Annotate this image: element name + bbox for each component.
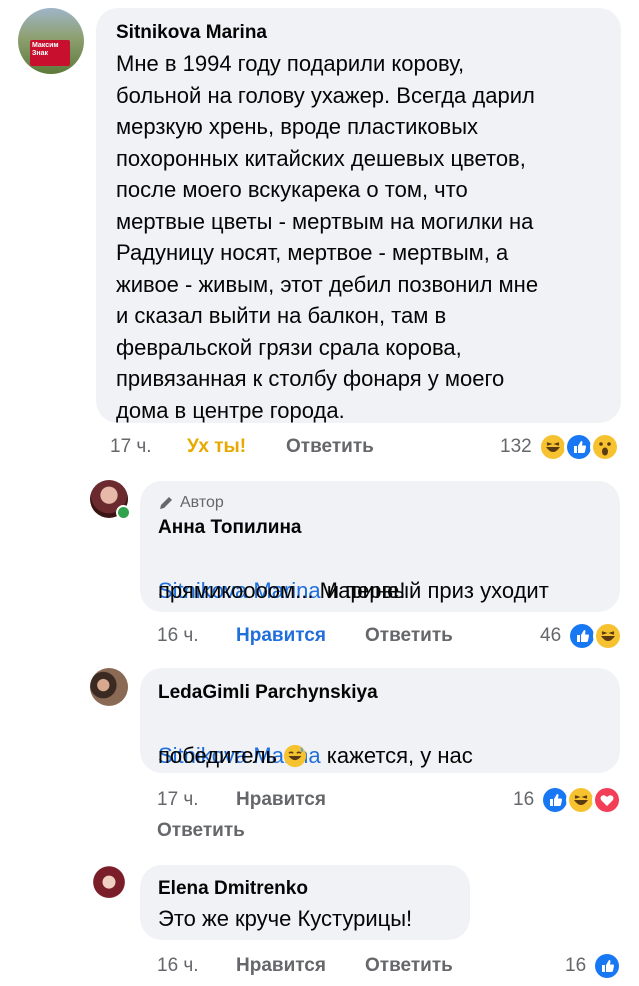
avatar-caption: Максим Знак [32, 42, 59, 57]
reply-button[interactable]: Ответить [157, 820, 245, 842]
author-badge-label: Автор [180, 494, 224, 511]
author-badge: Автор [158, 494, 224, 512]
comment-time[interactable]: 16 ч. [157, 625, 199, 647]
haha-icon [593, 621, 624, 651]
comment-text-part: победитель [158, 743, 278, 768]
comment-text-line: победитель [158, 740, 613, 772]
reaction-count: 46 [540, 625, 562, 646]
comment-author[interactable]: LedaGimli Parchynskiya [158, 682, 378, 704]
comment-author[interactable]: Elena Dmitrenko [158, 878, 308, 900]
like-button[interactable]: Нравится [236, 625, 326, 647]
comment-text: Мне в 1994 году подарили корову, больной… [116, 51, 539, 423]
like-button[interactable]: Нравится [236, 955, 326, 977]
reaction-count: 132 [500, 436, 532, 457]
reaction-summary[interactable]: 16 [513, 785, 623, 815]
comment-time[interactable]: 17 ч. [110, 436, 152, 458]
reaction-button[interactable]: Ух ты! [187, 436, 246, 458]
like-icon [592, 951, 623, 981]
reply-button[interactable]: Ответить [286, 436, 374, 458]
comment-time[interactable]: 17 ч. [157, 789, 199, 811]
comment-time[interactable]: 16 ч. [157, 955, 199, 977]
online-status-dot [116, 505, 131, 520]
reply-button[interactable]: Ответить [365, 625, 453, 647]
avatar[interactable] [90, 668, 128, 706]
reaction-count: 16 [513, 789, 535, 810]
like-button[interactable]: Нравится [236, 789, 326, 811]
reaction-summary[interactable]: 46 [540, 621, 624, 651]
comment-author[interactable]: Анна Топилина [158, 517, 301, 539]
reaction-summary[interactable]: 132 [500, 432, 620, 462]
avatar[interactable]: Максим Знак [18, 8, 84, 74]
avatar[interactable] [90, 865, 128, 903]
comment-author[interactable]: Sitnikova Marina [116, 22, 267, 44]
reaction-summary[interactable]: 16 [565, 951, 623, 981]
pencil-icon [160, 497, 172, 509]
reply-button[interactable]: Ответить [365, 955, 453, 977]
love-icon [592, 785, 623, 815]
reaction-count: 16 [565, 955, 587, 976]
comment-text-line: прямикоооом... Марине! [158, 578, 406, 603]
comment-text: Это же круче Кустурицы! [158, 906, 413, 931]
sweat-smile-emoji-icon [283, 744, 307, 767]
wow-icon [589, 432, 620, 462]
